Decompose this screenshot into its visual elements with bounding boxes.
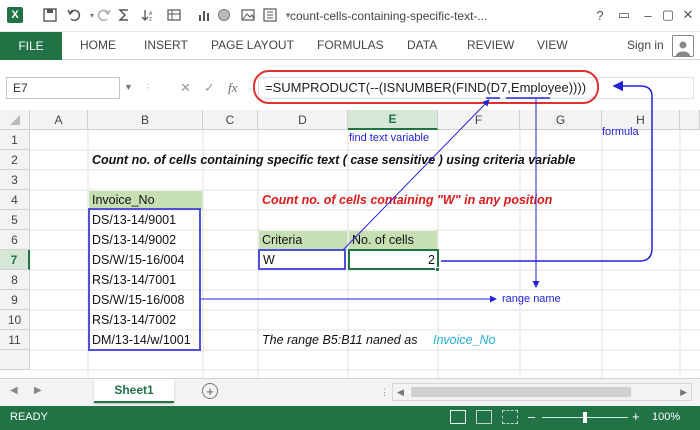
zoom-slider-thumb[interactable] (583, 412, 587, 423)
page-break-view-icon[interactable] (502, 410, 518, 424)
zoom-in-icon[interactable]: + (632, 409, 640, 424)
annotation-arrows (201, 80, 653, 303)
scroll-right-icon[interactable]: ▶ (680, 387, 687, 398)
normal-view-icon[interactable] (450, 410, 466, 424)
scroll-left-icon[interactable]: ◀ (397, 387, 404, 398)
horizontal-scrollbar[interactable]: ◀ ▶ (392, 383, 692, 401)
status-text: READY (10, 411, 48, 423)
scroll-sheets-right-icon[interactable]: ▶ (34, 385, 42, 396)
page-layout-view-icon[interactable] (476, 410, 492, 424)
scrollbar-thumb[interactable] (411, 387, 631, 397)
sheet-tab-bar: ◀ ▶ Sheet1 + ⋮ ◀ ▶ (0, 378, 700, 406)
scroll-sheets-left-icon[interactable]: ◀ (10, 385, 18, 396)
zoom-out-icon[interactable]: – (528, 409, 535, 424)
status-bar: READY – + 100% (0, 406, 700, 430)
add-sheet-icon[interactable]: + (202, 383, 218, 399)
tab-sheet1[interactable]: Sheet1 (94, 379, 174, 403)
zoom-level[interactable]: 100% (652, 411, 680, 423)
sheet-split-grip-icon[interactable]: ⋮ (380, 387, 389, 398)
